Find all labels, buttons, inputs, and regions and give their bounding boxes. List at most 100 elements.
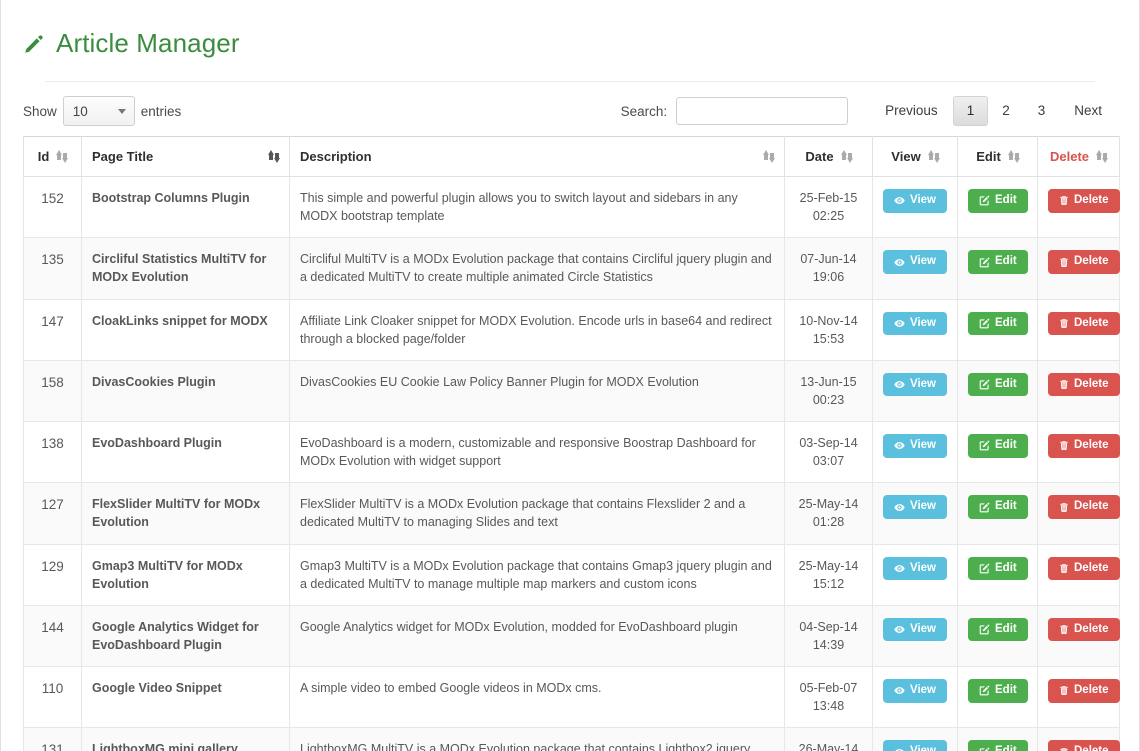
trash-icon <box>1059 747 1069 751</box>
column-header-id[interactable]: Id <box>23 136 82 177</box>
sort-icon <box>840 150 853 163</box>
eye-icon <box>894 685 905 696</box>
view-button[interactable]: View <box>883 556 947 580</box>
cell-description: LightboxMG MultiTV is a MODx Evolution p… <box>289 727 785 751</box>
trash-icon <box>1059 502 1069 513</box>
cell-edit: Edit <box>957 175 1038 239</box>
view-button[interactable]: View <box>883 250 947 274</box>
eye-icon <box>894 747 905 751</box>
table-body: 152 Bootstrap Columns Plugin This simple a… <box>23 175 1120 751</box>
eye-icon <box>894 502 905 513</box>
delete-button[interactable]: Delete <box>1048 434 1120 458</box>
pagination-page-1[interactable]: 1 <box>952 96 989 126</box>
trash-icon <box>1059 440 1069 451</box>
view-button-label: View <box>910 684 936 696</box>
cell-view: View <box>872 175 958 239</box>
pagination-next[interactable]: Next <box>1059 96 1117 126</box>
trash-icon <box>1059 379 1069 390</box>
edit-button[interactable]: Edit <box>968 250 1028 274</box>
cell-description: EvoDashboard is a modern, customizable a… <box>289 420 785 484</box>
table-header-row: Id Page Title Description Date View Edit… <box>23 136 1120 177</box>
sort-icon <box>1096 150 1109 163</box>
delete-button[interactable]: Delete <box>1048 372 1120 397</box>
column-header-description[interactable]: Description <box>289 136 785 177</box>
delete-button-label: Delete <box>1074 316 1109 329</box>
view-button[interactable]: View <box>883 495 947 519</box>
delete-button[interactable]: Delete <box>1048 556 1120 580</box>
search-input[interactable] <box>676 97 849 125</box>
edit-button[interactable]: Edit <box>968 434 1028 458</box>
table-row: 110 Google Video Snippet A simple video to… <box>23 665 1120 729</box>
pencil-square-icon <box>979 685 990 696</box>
pencil-square-icon <box>979 195 990 206</box>
cell-delete: Delete <box>1037 298 1120 361</box>
edit-button[interactable]: Edit <box>968 679 1028 703</box>
view-button[interactable]: View <box>883 189 947 213</box>
edit-button-label: Edit <box>995 194 1017 206</box>
edit-button-label: Edit <box>995 377 1017 390</box>
cell-date: 25-May-14 15:12 <box>784 543 873 606</box>
cell-page-title: CloakLinks snippet for MODX <box>81 298 290 361</box>
table-row: 135 Circliful Statistics MultiTV for MODx… <box>23 237 1120 300</box>
cell-description: Google Analytics widget for MODx Evoluti… <box>289 604 785 668</box>
delete-button[interactable]: Delete <box>1048 740 1120 751</box>
delete-button[interactable]: Delete <box>1048 311 1120 335</box>
view-button[interactable]: View <box>883 617 947 642</box>
view-button[interactable]: View <box>883 740 947 751</box>
cell-edit: Edit <box>957 420 1038 484</box>
pagination-top: Previous 1 2 3 Next <box>870 96 1117 126</box>
cell-id: 131 <box>23 727 82 751</box>
view-button[interactable]: View <box>883 679 947 703</box>
view-button[interactable]: View <box>883 311 947 335</box>
delete-button[interactable]: Delete <box>1048 189 1120 213</box>
edit-button[interactable]: Edit <box>968 740 1028 751</box>
cell-delete: Delete <box>1037 175 1120 239</box>
cell-description: A simple video to embed Google videos in… <box>289 665 785 729</box>
delete-button[interactable]: Delete <box>1048 617 1120 642</box>
column-header-view[interactable]: View <box>872 136 958 177</box>
cell-description: Circliful MultiTV is a MODx Evolution pa… <box>289 237 785 300</box>
delete-button[interactable]: Delete <box>1048 495 1120 519</box>
view-button-label: View <box>910 746 936 751</box>
sort-icon <box>56 150 69 163</box>
cell-id: 158 <box>23 359 82 423</box>
column-header-delete[interactable]: Delete <box>1037 136 1120 177</box>
pagination-page-2[interactable]: 2 <box>988 96 1024 126</box>
eye-icon <box>894 257 905 268</box>
column-header-date[interactable]: Date <box>784 136 873 177</box>
view-button[interactable]: View <box>883 434 947 458</box>
entries-label: entries <box>140 103 182 119</box>
page-length-select[interactable]: 10 <box>62 96 135 126</box>
edit-button[interactable]: Edit <box>968 372 1028 397</box>
edit-button[interactable]: Edit <box>968 495 1028 519</box>
edit-button[interactable]: Edit <box>968 311 1028 335</box>
pagination-previous[interactable]: Previous <box>870 96 953 126</box>
cell-date: 25-Feb-15 02:25 <box>784 175 873 239</box>
pagination-page-3[interactable]: 3 <box>1024 96 1060 126</box>
view-button[interactable]: View <box>883 372 947 397</box>
cell-view: View <box>872 482 958 545</box>
article-manager-page: Article Manager Show 10 entries Search: … <box>0 0 1140 751</box>
show-label: Show <box>23 103 57 119</box>
delete-button[interactable]: Delete <box>1048 679 1120 703</box>
column-header-page-title[interactable]: Page Title <box>81 136 290 177</box>
delete-button-label: Delete <box>1074 622 1109 635</box>
page-length-select-wrap[interactable]: 10 <box>62 96 135 126</box>
pencil-square-icon <box>979 563 990 574</box>
cell-page-title: Google Video Snippet <box>81 665 290 729</box>
edit-button[interactable]: Edit <box>968 556 1028 580</box>
view-button-label: View <box>910 194 936 206</box>
controls-right: Search: Previous 1 2 3 Next <box>621 96 1117 126</box>
column-header-page-title-label: Page Title <box>92 149 154 164</box>
column-header-edit[interactable]: Edit <box>957 136 1038 177</box>
cell-delete: Delete <box>1037 604 1120 668</box>
trash-icon <box>1059 257 1069 268</box>
edit-button[interactable]: Edit <box>968 617 1028 642</box>
delete-button-label: Delete <box>1074 194 1109 206</box>
table-row: 147 CloakLinks snippet for MODX Affiliate … <box>23 298 1120 361</box>
edit-button[interactable]: Edit <box>968 189 1028 213</box>
delete-button[interactable]: Delete <box>1048 250 1120 274</box>
cell-description: Affiliate Link Cloaker snippet for MODX … <box>289 298 785 361</box>
cell-view: View <box>872 543 958 606</box>
cell-view: View <box>872 237 958 300</box>
